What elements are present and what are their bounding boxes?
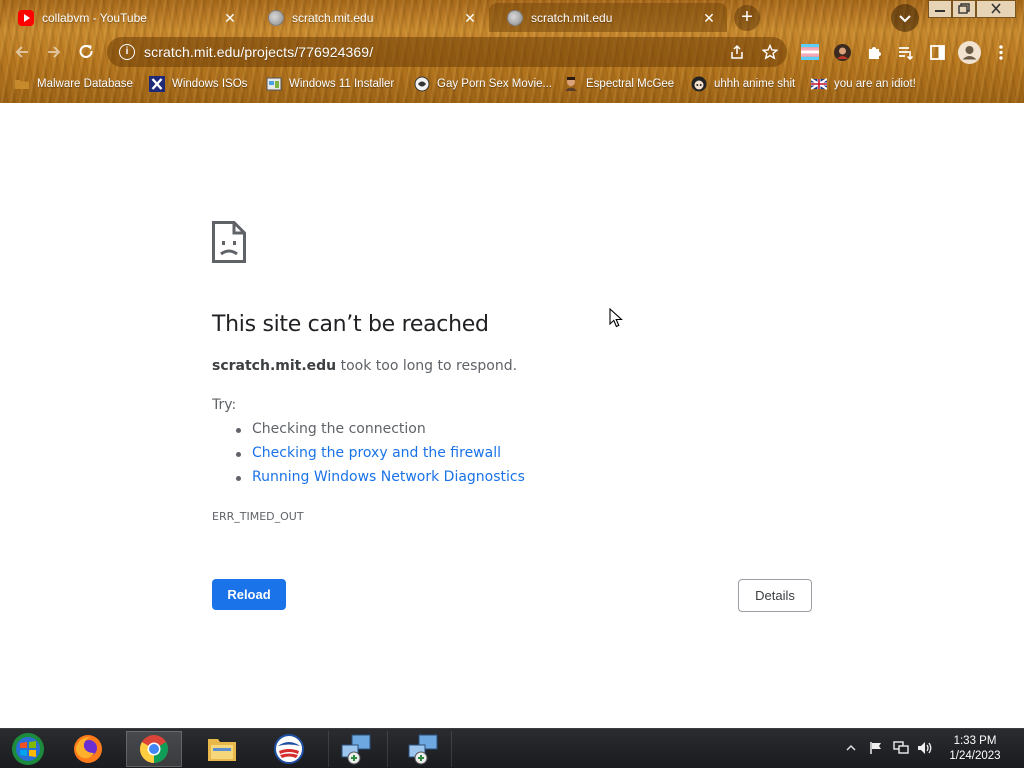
taskbar-separator	[451, 731, 452, 767]
bookmark-label: Windows ISOs	[172, 78, 248, 90]
extension-avatar-icon[interactable]	[834, 44, 851, 61]
forward-button[interactable]	[40, 38, 68, 66]
reload-button[interactable]: Reload	[212, 579, 286, 610]
bookmark-site[interactable]: Gay Porn Sex Movie...	[414, 74, 552, 94]
tab-title: scratch.mit.edu	[531, 10, 613, 25]
bookmark-windows-isos[interactable]: Windows ISOs	[149, 74, 247, 94]
profile-icon[interactable]	[958, 41, 981, 64]
taskbar-file-explorer[interactable]	[194, 731, 250, 767]
minimize-button[interactable]	[928, 0, 952, 18]
extension-flag-icon[interactable]	[801, 44, 819, 60]
extensions-puzzle-icon[interactable]	[866, 44, 883, 61]
taskbar-network-setup-1[interactable]	[328, 731, 384, 767]
error-description: scratch.mit.edu took too long to respond…	[212, 358, 517, 374]
side-panel-icon[interactable]	[929, 44, 946, 61]
network-tray-icon[interactable]	[893, 741, 909, 755]
error-host: scratch.mit.edu	[212, 358, 337, 374]
suggestion-check-proxy-link[interactable]: Checking the proxy and the firewall	[236, 445, 525, 469]
error-message: took too long to respond.	[336, 358, 518, 374]
back-button[interactable]	[8, 38, 36, 66]
error-title: This site can’t be reached	[212, 312, 489, 337]
tab-title: collabvm - YouTube	[42, 10, 147, 25]
address-bar[interactable]: i scratch.mit.edu/projects/776924369/	[107, 37, 787, 67]
url-text[interactable]: scratch.mit.edu/projects/776924369/	[144, 44, 373, 60]
suggestion-network-diagnostics-link[interactable]: Running Windows Network Diagnostics	[236, 469, 525, 493]
browser-chrome: collabvm - YouTube ✕ scratch.mit.edu ✕ s…	[0, 0, 1024, 103]
tab-scratch-2[interactable]: scratch.mit.edu ✕	[489, 3, 727, 32]
file-explorer-icon	[208, 739, 236, 761]
details-button[interactable]: Details	[738, 579, 812, 612]
clock-date: 1/24/2023	[949, 750, 1001, 762]
minimize-icon	[935, 10, 945, 12]
bookmark-espectral-mcgee[interactable]: Espectral McGee	[563, 74, 674, 94]
volume-icon[interactable]	[917, 741, 933, 755]
tab-close-icon[interactable]: ✕	[701, 10, 717, 26]
close-window-button[interactable]	[976, 0, 1016, 18]
start-button[interactable]	[0, 731, 56, 767]
tab-close-icon[interactable]: ✕	[222, 10, 238, 26]
suggestions-list: Checking the connection Checking the pro…	[236, 421, 525, 493]
suggestion-check-connection: Checking the connection	[236, 421, 525, 445]
try-label: Try:	[212, 397, 237, 413]
bookmark-windows-11-installer[interactable]: Windows 11 Installer	[266, 74, 394, 94]
taskbar-separator	[387, 731, 388, 767]
reading-list-icon[interactable]	[897, 44, 914, 61]
bookmark-malware-database[interactable]: Malware Database	[14, 74, 133, 94]
chevron-down-icon	[899, 15, 911, 23]
restore-icon	[958, 3, 970, 14]
mouse-cursor-icon	[609, 308, 623, 328]
taskbar-firefox[interactable]	[60, 731, 116, 767]
flag-icon	[811, 78, 827, 90]
taskbar-network-setup-2[interactable]	[395, 731, 451, 767]
firefox-icon	[74, 735, 102, 763]
sad-page-icon	[212, 221, 246, 263]
show-hidden-icons-icon[interactable]	[846, 744, 856, 752]
clock-time: 1:33 PM	[953, 735, 997, 747]
taskbar: 1:33 PM 1/24/2023	[0, 728, 1024, 768]
tab-close-icon[interactable]: ✕	[462, 10, 478, 26]
bookmark-label: uhhh anime shit	[714, 78, 796, 90]
bookmark-label: you are an idiot!	[834, 78, 916, 90]
folder-icon	[15, 80, 29, 89]
bookmark-label: Windows 11 Installer	[289, 78, 395, 90]
globe-icon	[268, 9, 284, 26]
refresh-icon	[79, 44, 93, 58]
system-clock[interactable]: 1:33 PM 1/24/2023	[940, 734, 1010, 764]
new-tab-button[interactable]: +	[734, 5, 760, 31]
obama-logo-icon	[274, 734, 304, 764]
bookmark-label: Gay Porn Sex Movie...	[437, 78, 553, 90]
tab-search-button[interactable]	[891, 4, 919, 32]
reload-toolbar-button[interactable]	[72, 38, 100, 66]
site-icon	[414, 76, 430, 92]
bookmark-anime[interactable]: uhhh anime shit	[691, 74, 795, 94]
start-orb-icon	[12, 733, 44, 765]
youtube-icon	[18, 9, 34, 26]
taskbar-chrome[interactable]	[126, 731, 182, 767]
globe-icon	[507, 9, 523, 26]
bookmark-label: Espectral McGee	[586, 78, 675, 90]
arrow-left-icon	[15, 46, 28, 58]
avatar-icon	[565, 77, 577, 91]
tab-scratch-1[interactable]: scratch.mit.edu ✕	[250, 3, 488, 32]
info-icon[interactable]: i	[119, 44, 135, 60]
x-logo-icon	[149, 76, 165, 92]
arrow-right-icon	[48, 46, 61, 58]
taskbar-obama-app[interactable]	[261, 731, 317, 767]
bookmark-you-are-an-idiot[interactable]: you are an idiot!	[811, 74, 916, 94]
close-icon	[991, 3, 1001, 14]
error-code: ERR_TIMED_OUT	[212, 510, 304, 523]
tab-youtube[interactable]: collabvm - YouTube ✕	[0, 3, 248, 32]
network-setup-icon	[341, 734, 371, 765]
anime-icon	[691, 76, 707, 92]
restore-button[interactable]	[952, 0, 976, 18]
installer-icon	[266, 77, 282, 91]
share-icon[interactable]	[729, 44, 745, 60]
action-center-flag-icon[interactable]	[869, 741, 883, 755]
star-icon[interactable]	[762, 44, 778, 60]
more-menu-icon[interactable]	[996, 44, 1006, 61]
tab-title: scratch.mit.edu	[292, 10, 374, 25]
bookmark-label: Malware Database	[37, 78, 133, 90]
chrome-icon	[140, 735, 168, 763]
network-setup-icon	[408, 734, 438, 765]
